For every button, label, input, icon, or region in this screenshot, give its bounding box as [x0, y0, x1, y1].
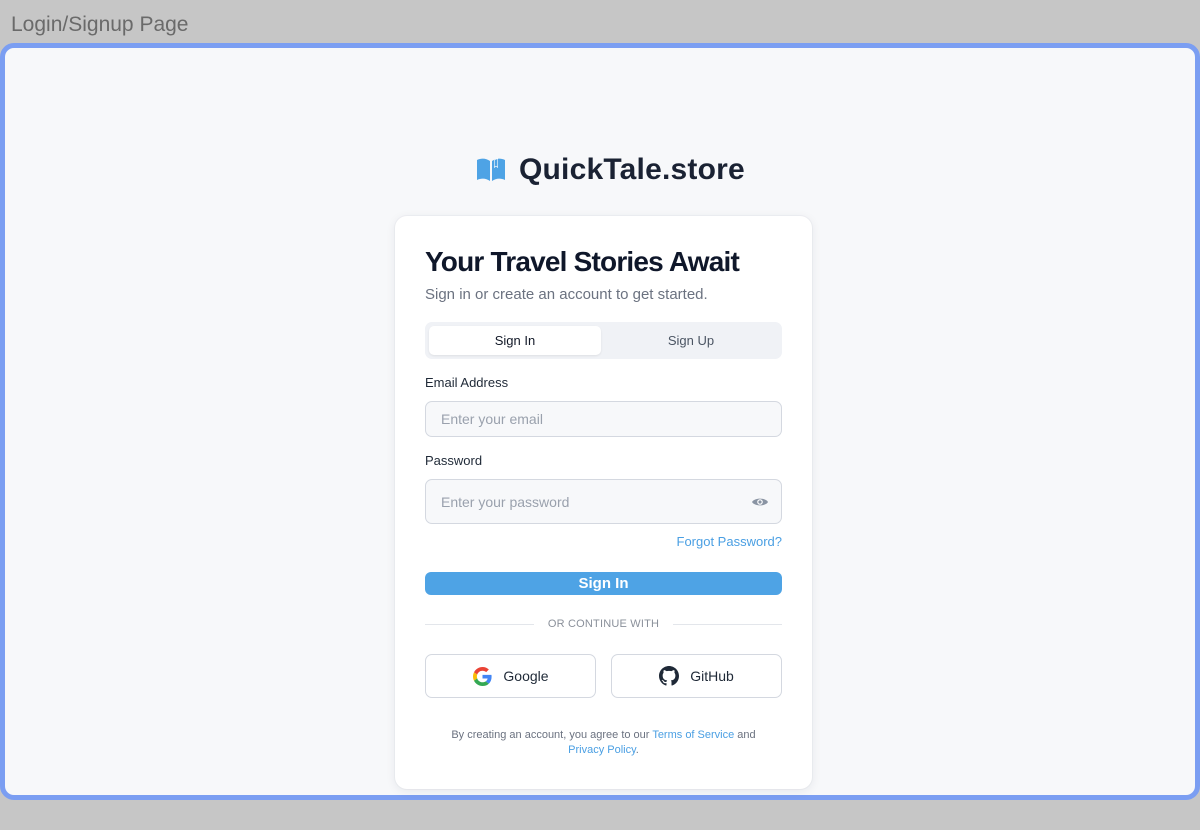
terms-notice: By creating an account, you agree to our…: [425, 728, 782, 758]
open-book-icon: [475, 156, 507, 184]
page-frame: QuickTale.store Your Travel Stories Awai…: [0, 43, 1200, 800]
brand-name: QuickTale.store: [519, 153, 745, 186]
email-label: Email Address: [425, 375, 509, 390]
tab-sign-in[interactable]: Sign In: [429, 326, 601, 355]
password-label: Password: [425, 453, 483, 468]
eye-icon[interactable]: [749, 494, 771, 510]
terms-of-service-link[interactable]: Terms of Service: [652, 729, 734, 741]
password-field[interactable]: [425, 479, 782, 524]
google-icon: [472, 666, 492, 686]
sign-in-button[interactable]: Sign In: [425, 572, 782, 595]
brand-header: QuickTale.store: [475, 152, 745, 188]
social-divider: OR CONTINUE WITH: [425, 617, 783, 631]
email-field[interactable]: [425, 401, 782, 437]
google-label: Google: [503, 668, 549, 684]
github-button[interactable]: GitHub: [611, 654, 782, 698]
auth-tabs: Sign In Sign Up: [425, 322, 782, 359]
card-subtitle: Sign in or create an account to get star…: [425, 286, 708, 303]
auth-card: Your Travel Stories Await Sign in or cre…: [395, 216, 812, 789]
card-title: Your Travel Stories Await: [425, 246, 740, 277]
github-icon: [659, 666, 680, 686]
divider-line-left: [425, 623, 534, 625]
forgot-password-link[interactable]: Forgot Password?: [677, 534, 783, 549]
terms-suffix: .: [635, 744, 639, 756]
terms-middle: and: [737, 729, 756, 741]
tab-sign-up[interactable]: Sign Up: [605, 326, 777, 355]
frame-label: Login/Signup Page: [11, 13, 189, 36]
terms-prefix: By creating an account, you agree to our: [451, 729, 650, 741]
google-button[interactable]: Google: [425, 654, 596, 698]
github-label: GitHub: [690, 668, 734, 684]
divider-line-right: [673, 623, 783, 625]
divider-text: OR CONTINUE WITH: [547, 618, 660, 630]
privacy-policy-link[interactable]: Privacy Policy: [568, 744, 636, 756]
